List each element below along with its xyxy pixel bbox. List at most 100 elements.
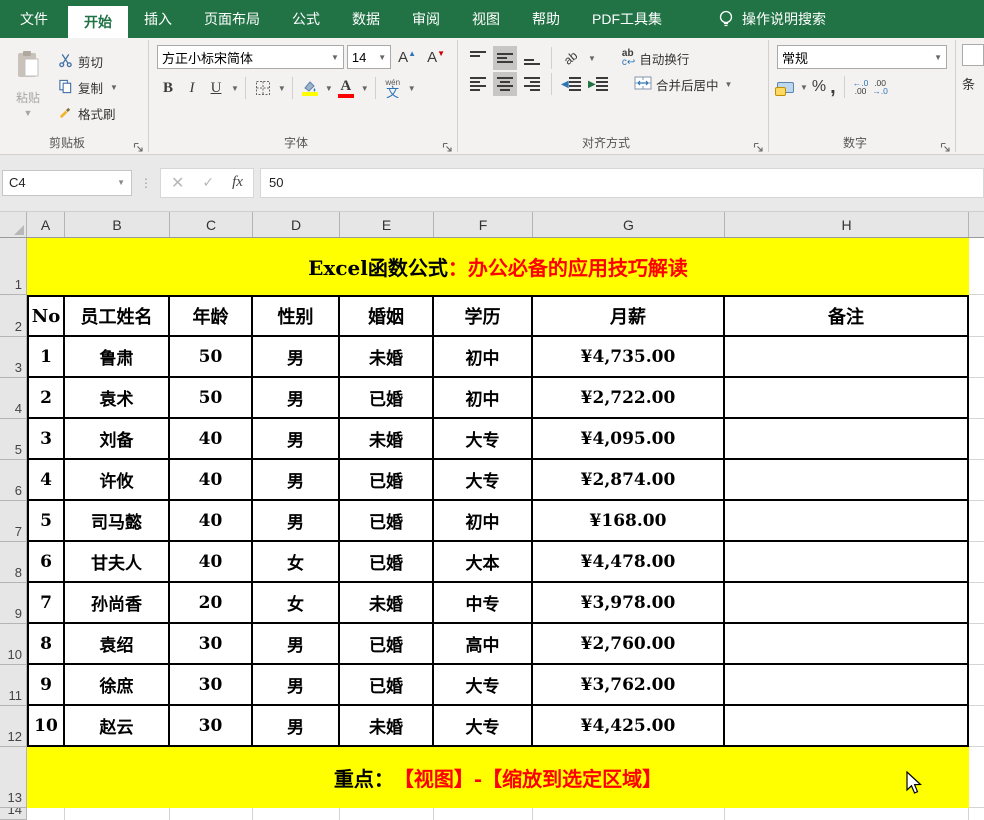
cell[interactable] bbox=[65, 808, 170, 820]
cell[interactable]: 8 bbox=[27, 624, 65, 665]
cell[interactable]: 10 bbox=[27, 706, 65, 747]
cell[interactable] bbox=[725, 501, 969, 542]
underline-button[interactable]: U bbox=[205, 76, 227, 100]
header-cell[interactable]: 备注 bbox=[725, 295, 969, 337]
cell[interactable]: 初中 bbox=[434, 337, 533, 378]
orientation-dropdown-arrow[interactable]: ▼ bbox=[588, 54, 596, 63]
accounting-dropdown-arrow[interactable]: ▼ bbox=[800, 83, 808, 92]
cell[interactable]: 30 bbox=[170, 706, 253, 747]
column-header-f[interactable]: F bbox=[434, 212, 533, 237]
row-header-7[interactable]: 7 bbox=[0, 501, 27, 542]
confirm-entry-button[interactable]: ✓ bbox=[202, 174, 214, 191]
cell[interactable] bbox=[170, 808, 253, 820]
name-box[interactable]: C4 ▼ bbox=[2, 169, 132, 196]
header-cell[interactable]: 员工姓名 bbox=[65, 295, 170, 337]
cell[interactable]: 5 bbox=[27, 501, 65, 542]
cell[interactable]: 中专 bbox=[434, 583, 533, 624]
footer-banner-cell[interactable]: 重点： 【视图】-【缩放到选定区域】 bbox=[27, 747, 969, 808]
tab-insert[interactable]: 插入 bbox=[128, 0, 188, 38]
cell[interactable]: 赵云 bbox=[65, 706, 170, 747]
cell[interactable] bbox=[725, 808, 969, 820]
cell[interactable]: 9 bbox=[27, 665, 65, 706]
cell[interactable]: 30 bbox=[170, 665, 253, 706]
cell[interactable]: 初中 bbox=[434, 501, 533, 542]
cell[interactable]: 男 bbox=[253, 501, 340, 542]
comma-style-button[interactable]: , bbox=[830, 77, 836, 97]
font-dialog-launcher-icon[interactable] bbox=[442, 140, 453, 152]
tab-home[interactable]: 开始 bbox=[68, 6, 128, 38]
cell[interactable]: 已婚 bbox=[340, 378, 434, 419]
number-format-combo[interactable]: 常规 ▼ bbox=[777, 45, 947, 69]
cell[interactable]: 未婚 bbox=[340, 706, 434, 747]
cell[interactable]: ¥2,722.00 bbox=[533, 378, 725, 419]
row-header-11[interactable]: 11 bbox=[0, 665, 27, 706]
cell[interactable]: 男 bbox=[253, 337, 340, 378]
cell[interactable] bbox=[434, 808, 533, 820]
column-header-b[interactable]: B bbox=[65, 212, 170, 237]
tab-data[interactable]: 数据 bbox=[336, 0, 396, 38]
cell[interactable]: ¥4,095.00 bbox=[533, 419, 725, 460]
cell[interactable]: 已婚 bbox=[340, 501, 434, 542]
cell[interactable]: 未婚 bbox=[340, 419, 434, 460]
formula-bar-grip[interactable]: ⋮ bbox=[140, 176, 152, 190]
align-top-button[interactable] bbox=[466, 46, 490, 70]
sheet-title-cell[interactable]: Excel函数公式 ：办公必备的应用技巧解读 bbox=[27, 238, 969, 295]
cell[interactable]: 男 bbox=[253, 706, 340, 747]
decrease-font-size-button[interactable]: A▼ bbox=[423, 49, 449, 66]
cell[interactable]: 许攸 bbox=[65, 460, 170, 501]
header-cell[interactable]: 年龄 bbox=[170, 295, 253, 337]
row-header-1[interactable]: 1 bbox=[0, 238, 27, 295]
cell[interactable]: 30 bbox=[170, 624, 253, 665]
select-all-corner[interactable] bbox=[0, 212, 27, 237]
cell[interactable]: 7 bbox=[27, 583, 65, 624]
row-header-4[interactable]: 4 bbox=[0, 378, 27, 419]
header-cell[interactable]: 月薪 bbox=[533, 295, 725, 337]
row-header-14[interactable]: 14 bbox=[0, 808, 27, 820]
cell[interactable] bbox=[725, 665, 969, 706]
align-left-button[interactable] bbox=[466, 72, 490, 96]
tab-help[interactable]: 帮助 bbox=[516, 0, 576, 38]
cell[interactable] bbox=[725, 337, 969, 378]
merge-center-button[interactable]: 合并后居中 ▼ bbox=[630, 75, 736, 94]
borders-dropdown-arrow[interactable]: ▼ bbox=[278, 84, 286, 93]
cell[interactable]: 袁绍 bbox=[65, 624, 170, 665]
cell[interactable] bbox=[725, 624, 969, 665]
fill-color-button[interactable] bbox=[299, 76, 321, 100]
phonetic-guide-button[interactable]: wén 文 bbox=[382, 76, 404, 100]
copy-dropdown-arrow[interactable]: ▼ bbox=[110, 83, 118, 92]
cell[interactable]: 已婚 bbox=[340, 542, 434, 583]
cell[interactable]: 未婚 bbox=[340, 337, 434, 378]
cell[interactable]: 鲁肃 bbox=[65, 337, 170, 378]
cell[interactable]: 徐庶 bbox=[65, 665, 170, 706]
cell[interactable]: 高中 bbox=[434, 624, 533, 665]
cell[interactable]: 20 bbox=[170, 583, 253, 624]
cut-button[interactable]: 剪切 bbox=[58, 50, 118, 73]
tab-review[interactable]: 审阅 bbox=[396, 0, 456, 38]
cell[interactable]: ¥168.00 bbox=[533, 501, 725, 542]
tab-formulas[interactable]: 公式 bbox=[276, 0, 336, 38]
cell[interactable] bbox=[533, 808, 725, 820]
column-header-h[interactable]: H bbox=[725, 212, 969, 237]
cell[interactable]: 50 bbox=[170, 337, 253, 378]
header-cell[interactable]: 性别 bbox=[253, 295, 340, 337]
alignment-dialog-launcher-icon[interactable] bbox=[753, 140, 764, 152]
accounting-format-icon[interactable] bbox=[775, 81, 794, 96]
cell[interactable]: 大专 bbox=[434, 706, 533, 747]
wrap-text-button[interactable]: ab c↩ 自动换行 bbox=[618, 49, 693, 68]
column-header-g[interactable]: G bbox=[533, 212, 725, 237]
row-header-9[interactable]: 9 bbox=[0, 583, 27, 624]
tab-file[interactable]: 文件 bbox=[0, 0, 68, 38]
header-cell[interactable]: 学历 bbox=[434, 295, 533, 337]
cell[interactable]: 大本 bbox=[434, 542, 533, 583]
cell[interactable]: 男 bbox=[253, 624, 340, 665]
underline-dropdown-arrow[interactable]: ▼ bbox=[231, 84, 239, 93]
cell[interactable]: 4 bbox=[27, 460, 65, 501]
row-header-5[interactable]: 5 bbox=[0, 419, 27, 460]
bold-button[interactable]: B bbox=[157, 76, 179, 100]
phonetic-dropdown-arrow[interactable]: ▼ bbox=[408, 84, 416, 93]
cell[interactable] bbox=[725, 583, 969, 624]
cell[interactable]: 甘夫人 bbox=[65, 542, 170, 583]
cell[interactable] bbox=[725, 460, 969, 501]
cell[interactable]: ¥4,735.00 bbox=[533, 337, 725, 378]
clipboard-dialog-launcher-icon[interactable] bbox=[133, 140, 144, 152]
